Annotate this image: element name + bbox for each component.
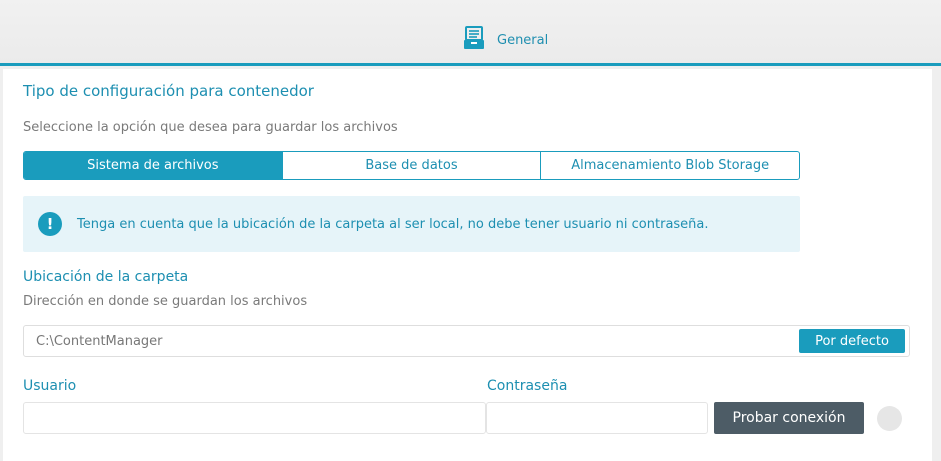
folder-path-group: Por defecto [23, 325, 910, 357]
alert-text: Tenga en cuenta que la ubicación de la c… [77, 216, 709, 232]
exclamation-icon: ! [38, 212, 62, 236]
storage-type-selector: Sistema de archivos Base de datos Almace… [23, 151, 800, 180]
top-tab-bar: General [0, 0, 941, 66]
folder-location-title: Ubicación de la carpeta [23, 269, 189, 285]
password-input[interactable] [486, 402, 708, 434]
section-subtitle: Seleccione la opción que desea para guar… [23, 120, 398, 135]
file-cabinet-icon [463, 26, 485, 54]
folder-location-description: Dirección en donde se guardan los archiv… [23, 294, 308, 309]
tab-general[interactable]: General [463, 26, 549, 54]
test-connection-button[interactable]: Probar conexión [714, 402, 864, 434]
user-input[interactable] [23, 402, 486, 434]
option-blob-storage[interactable]: Almacenamiento Blob Storage [541, 152, 799, 179]
option-database[interactable]: Base de datos [283, 152, 542, 179]
folder-path-input[interactable] [24, 326, 794, 356]
default-path-button[interactable]: Por defecto [799, 329, 905, 353]
option-blob-storage-label: Almacenamiento Blob Storage [571, 158, 770, 173]
option-database-label: Base de datos [365, 158, 458, 173]
section-title: Tipo de configuración para contenedor [23, 82, 314, 100]
info-alert: ! Tenga en cuenta que la ubicación de la… [23, 196, 800, 252]
user-label: Usuario [23, 378, 77, 394]
option-file-system-label: Sistema de archivos [87, 158, 219, 173]
password-label: Contraseña [487, 378, 568, 394]
connection-status-indicator [877, 406, 902, 431]
option-file-system[interactable]: Sistema de archivos [24, 152, 283, 179]
tab-general-label: General [497, 32, 549, 48]
